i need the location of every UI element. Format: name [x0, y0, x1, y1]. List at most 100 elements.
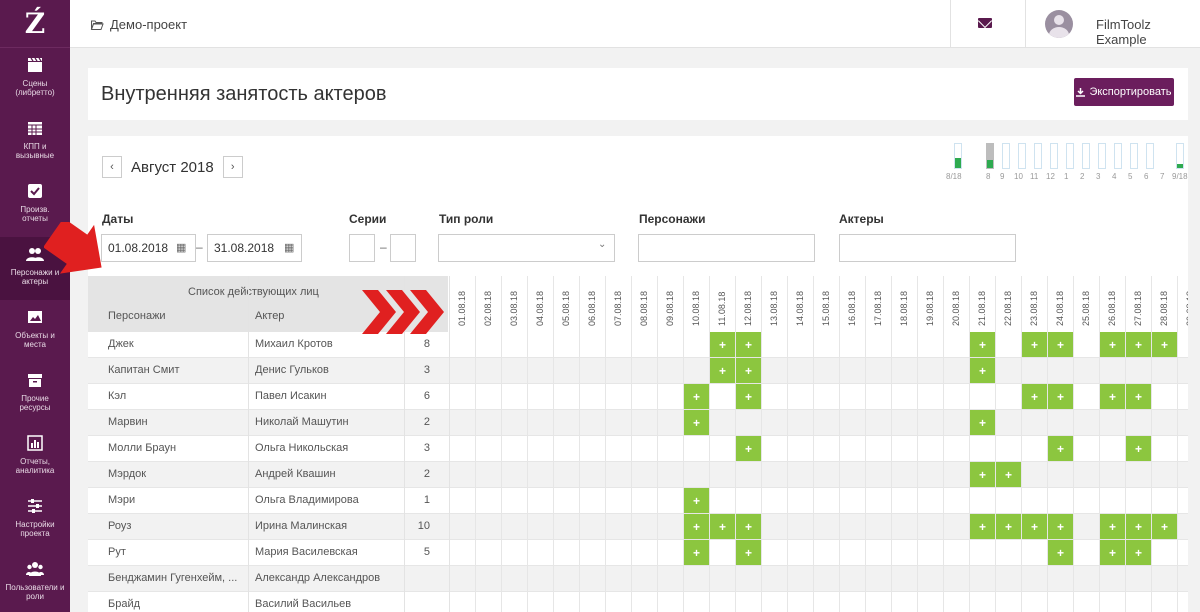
table-row[interactable]: Рут Мария Василевская 5	[88, 540, 1188, 566]
busy-day-cell[interactable]: +	[1126, 384, 1151, 409]
column-header-actor[interactable]: Актер	[255, 310, 284, 322]
series-to-input[interactable]	[390, 234, 416, 262]
busy-day-cell[interactable]: +	[736, 384, 761, 409]
sidebar-item-calendar-grid[interactable]: КПП и вызывные	[0, 111, 70, 174]
next-month-button[interactable]: ›	[222, 156, 243, 178]
busy-day-cell[interactable]: +	[1048, 384, 1073, 409]
busy-day-cell[interactable]: +	[710, 514, 735, 539]
month-bar[interactable]	[1050, 143, 1058, 169]
month-overview-strip[interactable]: 8/18 8 9 10 11 12 1 2 3 4 5 6 7 9/18	[946, 136, 1188, 186]
sidebar-item-users[interactable]: Пользователи и роли	[0, 552, 70, 612]
calendar-icon[interactable]: ▦	[176, 241, 186, 254]
prev-month-button[interactable]: ‹	[102, 156, 122, 178]
project-name[interactable]: Демо-проект	[110, 17, 187, 32]
month-bar[interactable]	[1066, 143, 1074, 169]
date-label: 10.08.18	[691, 290, 701, 326]
month-bar[interactable]	[1018, 143, 1026, 169]
date-column-header: 29.08.18	[1178, 276, 1188, 332]
busy-day-cell[interactable]: +	[1126, 514, 1151, 539]
busy-day-cell[interactable]: +	[1100, 514, 1125, 539]
month-bar[interactable]	[1146, 143, 1154, 169]
export-label: Экспортировать	[1089, 86, 1172, 98]
busy-day-cell[interactable]: +	[996, 514, 1021, 539]
month-bar[interactable]	[1130, 143, 1138, 169]
sidebar-item-picture[interactable]: Объекты и места	[0, 300, 70, 363]
month-bar[interactable]	[1098, 143, 1106, 169]
busy-day-cell[interactable]: +	[1100, 540, 1125, 565]
avatar[interactable]	[1045, 10, 1073, 38]
busy-day-cell[interactable]: +	[1126, 332, 1151, 357]
table-row[interactable]: Мэри Ольга Владимирова 1	[88, 488, 1188, 514]
sidebar-item-clapperboard[interactable]: Сцены (либретто)	[0, 48, 70, 111]
busy-day-cell[interactable]: +	[710, 358, 735, 383]
busy-day-cell[interactable]: +	[710, 332, 735, 357]
month-bar[interactable]	[1114, 143, 1122, 169]
busy-day-cell[interactable]: +	[684, 540, 709, 565]
actors-filter-input[interactable]	[839, 234, 1016, 262]
series-from-input[interactable]	[349, 234, 375, 262]
date-label: 13.08.18	[769, 290, 779, 326]
sidebar-item-label: Настройки проекта	[15, 520, 55, 538]
month-bar[interactable]	[1034, 143, 1042, 169]
date-label: 18.08.18	[899, 290, 909, 326]
busy-day-cell[interactable]: +	[1022, 384, 1047, 409]
busy-day-cell[interactable]: +	[1152, 332, 1177, 357]
busy-day-cell[interactable]: +	[736, 332, 761, 357]
schedule-table: Список действующих лиц Персонажи Актер Д…	[88, 276, 1188, 612]
sidebar-item-sliders[interactable]: Настройки проекта	[0, 489, 70, 552]
sidebar-item-bar-chart[interactable]: Отчеты, аналитика	[0, 426, 70, 489]
table-row[interactable]: Брайд Василий Васильев	[88, 592, 1188, 612]
month-bar[interactable]	[1002, 143, 1010, 169]
busy-day-cell[interactable]: +	[1126, 436, 1151, 461]
mail-icon[interactable]	[978, 18, 992, 28]
app-logo[interactable]: Ź	[0, 0, 70, 48]
breadcrumb[interactable]: Демо-проект	[90, 17, 187, 32]
table-row[interactable]: Бенджамин Гугенхейм, ... Александр Алекса…	[88, 566, 1188, 592]
month-bar[interactable]	[986, 143, 994, 169]
busy-day-cell[interactable]: +	[970, 514, 995, 539]
busy-day-cell[interactable]: +	[684, 514, 709, 539]
busy-day-cell[interactable]: +	[736, 540, 761, 565]
table-row[interactable]: Капитан Смит Денис Гульков 3	[88, 358, 1188, 384]
busy-day-cell[interactable]: +	[1048, 436, 1073, 461]
busy-day-cell[interactable]: +	[684, 488, 709, 513]
main-panel: ‹ Август 2018 › 8/18 8 9 10 11 12 1 2 3 4 5 6 7 9/18 …	[88, 136, 1188, 612]
busy-day-cell[interactable]: +	[970, 410, 995, 435]
characters-filter-input[interactable]	[638, 234, 815, 262]
table-row[interactable]: Мэрдок Андрей Квашин 2	[88, 462, 1188, 488]
column-header-character[interactable]: Персонажи	[108, 310, 166, 322]
busy-day-cell[interactable]: +	[736, 514, 761, 539]
busy-day-cell[interactable]: +	[1152, 514, 1177, 539]
busy-day-cell[interactable]: +	[684, 410, 709, 435]
grid-line	[1177, 332, 1178, 612]
sidebar-item-box[interactable]: Прочие ресурсы	[0, 363, 70, 426]
busy-day-cell[interactable]: +	[684, 384, 709, 409]
busy-day-cell[interactable]: +	[1100, 332, 1125, 357]
busy-day-cell[interactable]: +	[1022, 514, 1047, 539]
busy-day-cell[interactable]: +	[736, 436, 761, 461]
busy-day-cell[interactable]: +	[1048, 540, 1073, 565]
busy-day-cell[interactable]: +	[1048, 514, 1073, 539]
busy-day-cell[interactable]: +	[1126, 540, 1151, 565]
busy-day-cell[interactable]: +	[736, 358, 761, 383]
month-bar[interactable]	[1176, 143, 1184, 169]
busy-day-cell[interactable]: +	[1022, 332, 1047, 357]
busy-day-cell[interactable]: +	[1100, 384, 1125, 409]
bar-chart-icon	[26, 434, 44, 452]
busy-day-cell[interactable]: +	[970, 462, 995, 487]
busy-day-cell[interactable]: +	[970, 358, 995, 383]
table-row[interactable]: Марвин Николай Машутин 2	[88, 410, 1188, 436]
export-button[interactable]: Экспортировать	[1074, 78, 1174, 106]
date-label: 29.08.18	[1185, 290, 1188, 326]
date-column-header: 04.08.18	[528, 276, 554, 332]
table-row[interactable]: Молли Браун Ольга Никольская 3	[88, 436, 1188, 462]
role-type-select[interactable]	[438, 234, 615, 262]
month-bar[interactable]	[1082, 143, 1090, 169]
month-bar[interactable]	[954, 143, 962, 169]
username[interactable]: FilmToolz Example	[1096, 17, 1200, 47]
calendar-icon[interactable]: ▦	[284, 241, 294, 254]
actor-name: Денис Гульков	[255, 364, 329, 376]
busy-day-cell[interactable]: +	[970, 332, 995, 357]
busy-day-cell[interactable]: +	[1048, 332, 1073, 357]
busy-day-cell[interactable]: +	[996, 462, 1021, 487]
